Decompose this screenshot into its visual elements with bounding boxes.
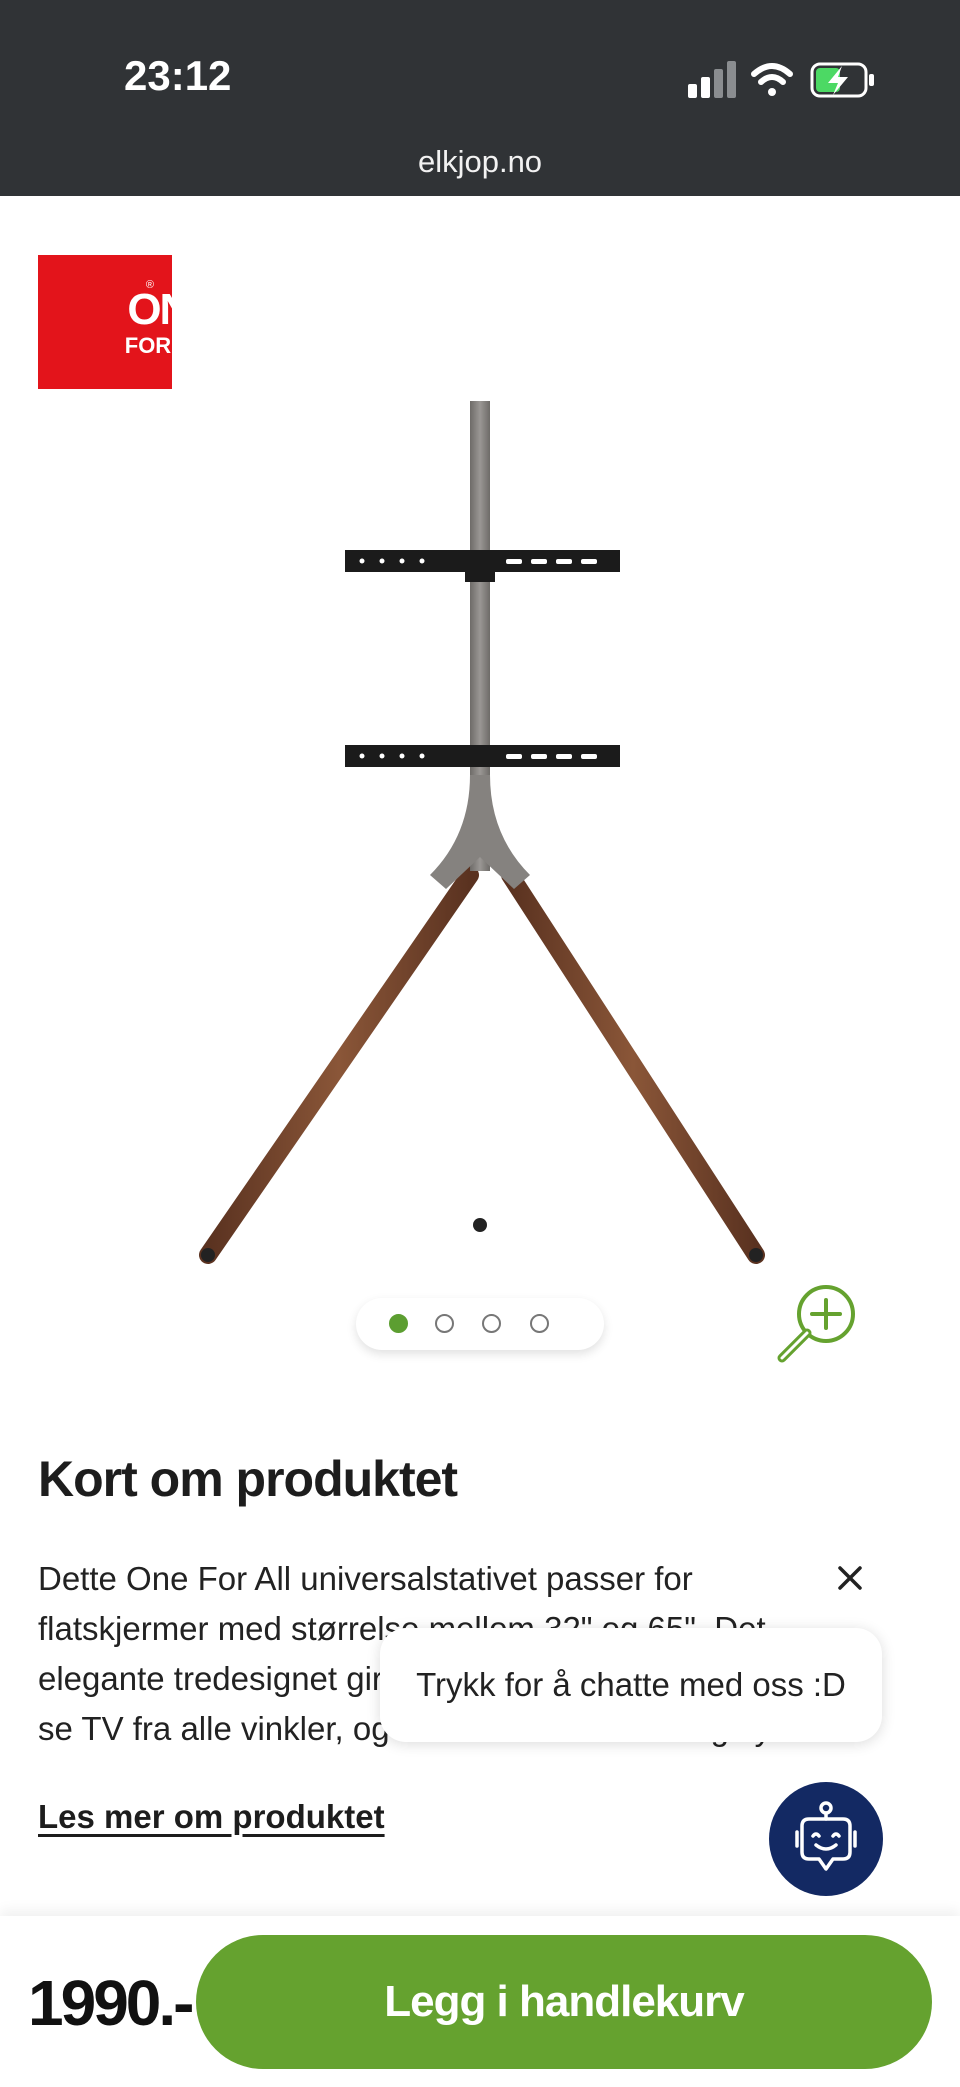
- brand-logo-line1: ONE: [127, 285, 218, 334]
- chat-prompt-bubble[interactable]: Trykk for å chatte med oss :D: [380, 1628, 882, 1742]
- gallery-dot[interactable]: [389, 1314, 408, 1333]
- gallery-dot[interactable]: [482, 1314, 501, 1333]
- gallery-pagination: [356, 1298, 604, 1350]
- brand-logo-line2: FOR ALL: [124, 333, 220, 358]
- gallery-dot[interactable]: [530, 1314, 549, 1333]
- status-time: 23:12: [124, 52, 232, 99]
- price: 1990.-: [28, 1967, 194, 2039]
- add-to-cart-button[interactable]: Legg i handlekurv: [196, 1935, 932, 2069]
- brand-logo-registered: ®: [145, 279, 154, 291]
- zoom-in-icon[interactable]: [772, 1278, 862, 1368]
- description-line: Dette One For All universalstativet pass…: [38, 1560, 693, 1597]
- brand-logo[interactable]: ONE ® FOR ALL: [38, 255, 219, 389]
- address-bar-url[interactable]: elkjop.no: [0, 144, 960, 180]
- close-icon[interactable]: [828, 1556, 872, 1600]
- signal-icon: [688, 61, 736, 98]
- wifi-icon: [751, 63, 793, 96]
- product-image[interactable]: [180, 395, 780, 1275]
- status-bar: 23:12 elkjop.no: [0, 0, 960, 196]
- battery-charging-icon: [810, 62, 874, 98]
- gallery-dot[interactable]: [435, 1314, 454, 1333]
- status-icons: [686, 56, 896, 104]
- chatbot-icon[interactable]: [769, 1782, 883, 1896]
- section-heading: Kort om produktet: [38, 1451, 458, 1507]
- read-more-link[interactable]: Les mer om produktet: [38, 1798, 385, 1836]
